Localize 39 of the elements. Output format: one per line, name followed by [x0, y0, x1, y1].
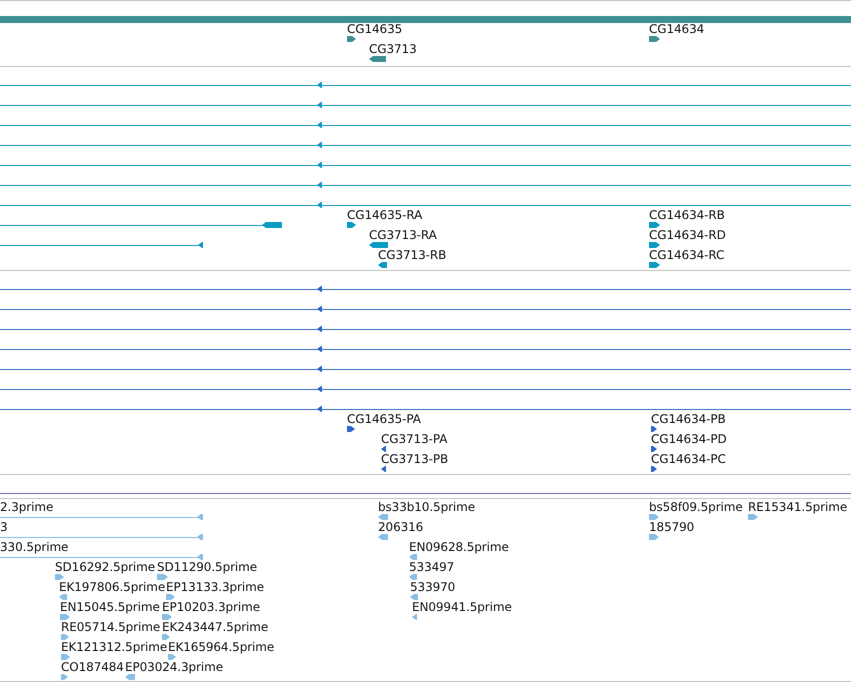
feature-label: 185790	[649, 520, 694, 534]
feature-label: CG14634-PD	[651, 432, 727, 446]
feature-label: SD16292.5prime	[55, 560, 156, 574]
feature-label: CG14634-RB	[649, 208, 725, 222]
feature-label: CG3713-PA	[381, 432, 448, 446]
feature-label: RE05714.5prime	[61, 620, 160, 634]
feature-label: CG3713-PB	[381, 452, 448, 466]
feature-label: 533970	[410, 580, 456, 594]
feature-label: CO187484	[61, 660, 124, 674]
feature-label: 3	[0, 520, 8, 534]
feature-label: CG14634-PB	[651, 412, 726, 426]
feature-label: CG14634-RC	[649, 248, 724, 262]
feature-label: EP13133.3prime	[166, 580, 264, 594]
feature-label: EP03024.3prime	[125, 660, 223, 674]
feature-label: EP10203.3prime	[162, 600, 260, 614]
feature-label: CG14634	[649, 22, 704, 36]
feature-label: bs58f09.5prime	[649, 500, 743, 514]
feature-label: 206316	[378, 520, 424, 534]
feature-label: CG14634-RD	[649, 228, 726, 242]
feature-label: CG3713-RA	[369, 228, 437, 242]
feature-label: EN09628.5prime	[409, 540, 509, 554]
feature-label: CG3713-RB	[378, 248, 446, 262]
feature-label: SD11290.5prime	[157, 560, 258, 574]
feature-label: EN15045.5prime	[60, 600, 160, 614]
feature-label: EK243447.5prime	[162, 620, 268, 634]
feature-label: 2.3prime	[0, 500, 54, 514]
feature-label: CG14635	[347, 22, 402, 36]
feature-label: EK197806.5prime	[59, 580, 166, 594]
feature-label: CG14635-PA	[347, 412, 421, 426]
feature-label: EK121312.5prime	[61, 640, 168, 654]
feature-label: bs33b10.5prime	[378, 500, 476, 514]
feature-label: 533497	[409, 560, 454, 574]
feature-label: EK165964.5prime	[168, 640, 274, 654]
feature-label: 330.5prime	[0, 540, 68, 554]
feature-label: CG14634-PC	[651, 452, 726, 466]
feature-label: EN09941.5prime	[412, 600, 512, 614]
feature-label: RE15341.5prime	[748, 500, 848, 514]
feature-label: CG3713	[369, 42, 417, 56]
feature-label: CG14635-RA	[347, 208, 422, 222]
